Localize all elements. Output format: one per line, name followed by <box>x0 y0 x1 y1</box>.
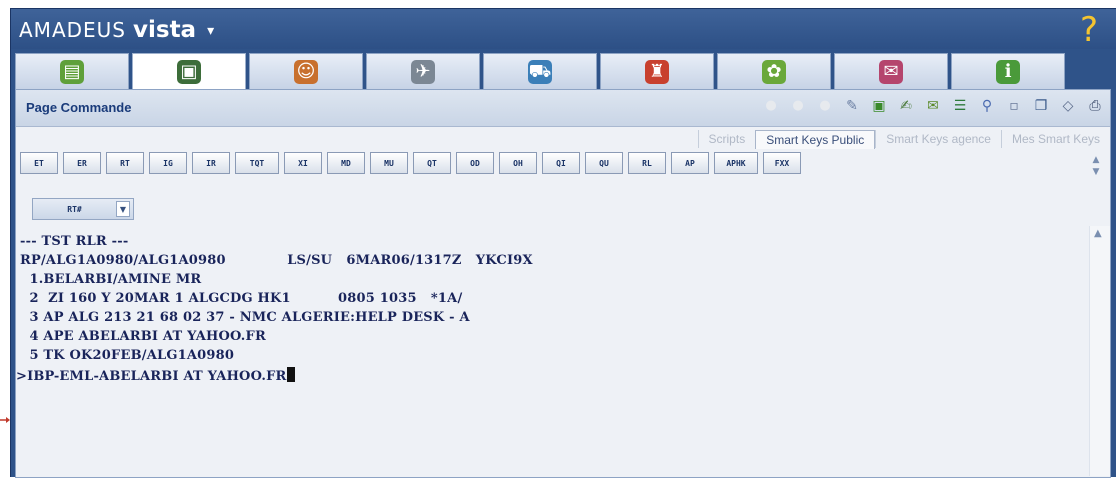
app-header: AMADEUS vista ▾ ? <box>11 9 1116 49</box>
document-icon[interactable]: ▫ <box>1005 97 1023 115</box>
terminal-scrollbar[interactable]: ▲ <box>1089 226 1110 476</box>
smart-keys-bar: ET ER RT IG IR TQT XI MD MU QT OD OH QI QU RL AP APHK FXX <box>20 152 801 174</box>
smart-key-button[interactable]: OH <box>499 152 537 174</box>
terminal-input-text: >IBP-EML-ABELARBI AT YAHOO.FR <box>16 369 287 384</box>
chevron-down-icon[interactable]: ▼ <box>116 201 130 217</box>
terminal-line: 1.BELARBI/AMINE MR <box>20 272 202 287</box>
terminal-line: 4 APE ABELARBI AT YAHOO.FR <box>20 329 266 344</box>
smart-key-button[interactable]: ER <box>63 152 101 174</box>
rt-dropdown[interactable]: RT# ▼ <box>32 198 134 220</box>
terminal-line: 3 AP ALG 213 21 68 02 37 - NMC ALGERIE:H… <box>20 310 470 325</box>
tab-smart-keys-0[interactable]: Scripts <box>697 130 756 148</box>
smart-keys-scroll[interactable]: ▲ ▼ <box>1090 154 1102 180</box>
tab-book[interactable]: ▤ <box>15 53 129 89</box>
smart-key-button[interactable]: XI <box>284 152 322 174</box>
list-icon[interactable]: ☰ <box>951 97 969 115</box>
print-icon[interactable]: ⎙ <box>1086 97 1104 115</box>
disabled-circle-icon-1: ● <box>765 98 777 113</box>
write-icon[interactable]: ✍ <box>897 97 915 115</box>
book-green-icon[interactable]: ▣ <box>870 97 888 115</box>
smart-key-button[interactable]: ET <box>20 152 58 174</box>
command-page-panel: Page Commande ● ● ● ✎ ▣ ✍ ✉ ☰ ⚲ ▫ ❐ ◇ ⎙ … <box>15 89 1111 478</box>
envelope-icon: ✉ <box>879 59 903 84</box>
toolbar: ● ● ● ✎ ▣ ✍ ✉ ☰ ⚲ ▫ ❐ ◇ ⎙ <box>762 97 1104 115</box>
tab-car[interactable]: ⛟ <box>483 53 597 89</box>
command-terminal[interactable]: --- TST RLR --- RP/ALG1A0980/ALG1A0980 LS… <box>16 226 1092 476</box>
text-cursor <box>286 367 295 382</box>
terminal-line: RP/ALG1A0980/ALG1A0980 LS/SU 6MAR06/1317… <box>20 253 533 268</box>
smart-key-button[interactable]: MD <box>327 152 365 174</box>
disabled-circle-icon-2: ● <box>792 98 804 113</box>
tab-smart-keys-2[interactable]: Smart Keys agence <box>875 130 1001 148</box>
app-window: AMADEUS vista ▾ ? ▤ ▣ ☺ ✈ ⛟ ♜ ✿ ✉ ℹ Page Command… <box>10 8 1116 478</box>
smart-key-button[interactable]: OD <box>456 152 494 174</box>
hotel-icon: ♜ <box>645 59 669 84</box>
note-icon[interactable]: ✉ <box>924 97 942 115</box>
eraser-icon[interactable]: ◇ <box>1059 97 1077 115</box>
page-title-bar: Page Commande ● ● ● ✎ ▣ ✍ ✉ ☰ ⚲ ▫ ❐ ◇ ⎙ <box>16 90 1110 127</box>
person-icon: ☺ <box>294 59 318 84</box>
smart-key-button[interactable]: RL <box>628 152 666 174</box>
smart-key-button[interactable]: TQT <box>235 152 279 174</box>
pointer-arrow-icon <box>0 417 10 423</box>
smart-key-button[interactable]: RT <box>106 152 144 174</box>
smart-key-button[interactable]: AP <box>671 152 709 174</box>
smart-key-button[interactable]: QU <box>585 152 623 174</box>
module-tabs: ▤ ▣ ☺ ✈ ⛟ ♜ ✿ ✉ ℹ <box>15 53 1065 89</box>
terminal-line: 2 ZI 160 Y 20MAR 1 ALGCDG HK1 0805 1035 … <box>20 291 463 306</box>
terminal-input-line[interactable]: >IBP-EML-ABELARBI AT YAHOO.FR <box>16 367 295 384</box>
brand-menu-chevron-icon[interactable]: ▾ <box>207 23 214 39</box>
disabled-circle-icon-3: ● <box>819 98 831 113</box>
tab-airplane[interactable]: ✈ <box>366 53 480 89</box>
book-icon: ▤ <box>60 59 84 84</box>
tab-smart-keys-1[interactable]: Smart Keys Public <box>755 129 876 149</box>
smart-key-tabs: Scripts Smart Keys Public Smart Keys agenc… <box>697 128 1110 150</box>
help-icon[interactable]: ? <box>1080 13 1098 47</box>
smart-key-button[interactable]: QI <box>542 152 580 174</box>
tab-smart-keys-3[interactable]: Mes Smart Keys <box>1000 130 1110 148</box>
smart-key-button[interactable]: FXX <box>763 152 801 174</box>
tab-envelope[interactable]: ✉ <box>834 53 948 89</box>
brand-vista: vista <box>133 17 197 43</box>
tab-globe[interactable]: ✿ <box>717 53 831 89</box>
tab-monitor[interactable]: ▣ <box>132 53 246 89</box>
rt-dropdown-value: RT# <box>67 204 82 214</box>
info-icon: ℹ <box>996 59 1020 84</box>
smart-key-button[interactable]: MU <box>370 152 408 174</box>
edit-pencil-icon[interactable]: ✎ <box>843 97 861 115</box>
search-icon[interactable]: ⚲ <box>978 97 996 115</box>
monitor-icon: ▣ <box>177 59 201 84</box>
smart-key-button[interactable]: APHK <box>714 152 758 174</box>
tab-person[interactable]: ☺ <box>249 53 363 89</box>
scroll-up-icon[interactable]: ▲ <box>1094 228 1102 239</box>
smart-key-button[interactable]: IR <box>192 152 230 174</box>
globe-icon: ✿ <box>762 59 786 84</box>
page-title: Page Commande <box>26 100 132 115</box>
copy-icon[interactable]: ❐ <box>1032 97 1050 115</box>
brand-amadeus: AMADEUS <box>19 18 126 42</box>
terminal-line: 5 TK OK20FEB/ALG1A0980 <box>20 348 235 363</box>
brand-logo[interactable]: AMADEUS vista ▾ <box>19 17 214 44</box>
smart-key-button[interactable]: IG <box>149 152 187 174</box>
tab-hotel[interactable]: ♜ <box>600 53 714 89</box>
airplane-icon: ✈ <box>411 59 435 84</box>
car-icon: ⛟ <box>528 59 552 84</box>
tab-info[interactable]: ℹ <box>951 53 1065 89</box>
terminal-line: --- TST RLR --- <box>20 234 129 249</box>
smart-key-button[interactable]: QT <box>413 152 451 174</box>
